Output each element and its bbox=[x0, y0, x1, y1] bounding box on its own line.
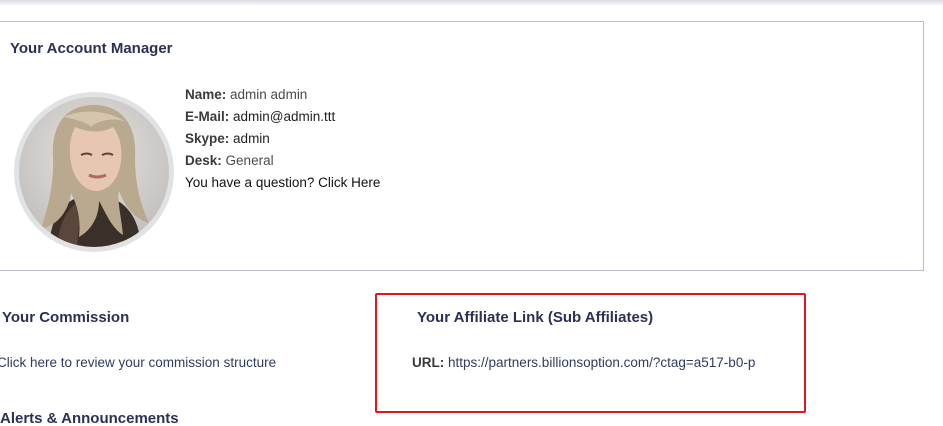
skype-label: Skype: bbox=[185, 131, 230, 146]
manager-name-row: Name: admin admin bbox=[185, 84, 380, 106]
manager-avatar bbox=[14, 92, 174, 252]
manager-email-row: E-Mail: admin@admin.ttt bbox=[185, 106, 380, 128]
manager-details: Name: admin admin E-Mail: admin@admin.tt… bbox=[185, 84, 380, 194]
manager-skype-row: Skype: admin bbox=[185, 128, 380, 150]
alerts-announcements-title: Alerts & Announcements bbox=[0, 410, 179, 426]
account-manager-title: Your Account Manager bbox=[10, 40, 173, 57]
url-label: URL: bbox=[412, 355, 445, 370]
question-click-here-link[interactable]: You have a question? Click Here bbox=[185, 172, 380, 194]
commission-structure-link[interactable]: Click here to review your commission str… bbox=[0, 355, 276, 370]
name-value: admin admin bbox=[230, 87, 308, 102]
top-shadow-divider bbox=[0, 0, 943, 6]
email-value[interactable]: admin@admin.ttt bbox=[233, 109, 335, 124]
affiliate-url-link[interactable]: https://partners.billionsoption.com/?cta… bbox=[448, 355, 755, 370]
commission-title: Your Commission bbox=[2, 309, 130, 326]
name-label: Name: bbox=[185, 87, 227, 102]
desk-value: General bbox=[225, 153, 274, 168]
email-label: E-Mail: bbox=[185, 109, 230, 124]
manager-desk-row: Desk: General bbox=[185, 150, 380, 172]
affiliate-link-title: Your Affiliate Link (Sub Affiliates) bbox=[417, 309, 654, 326]
affiliate-dashboard: Your Account Manager Name: admin admin E… bbox=[0, 0, 943, 426]
account-manager-card: Your Account Manager Name: admin admin E… bbox=[0, 21, 924, 271]
manager-avatar-image bbox=[19, 97, 169, 247]
skype-value: admin bbox=[233, 131, 270, 146]
desk-label: Desk: bbox=[185, 153, 222, 168]
affiliate-url-row: URL: https://partners.billionsoption.com… bbox=[412, 355, 755, 370]
